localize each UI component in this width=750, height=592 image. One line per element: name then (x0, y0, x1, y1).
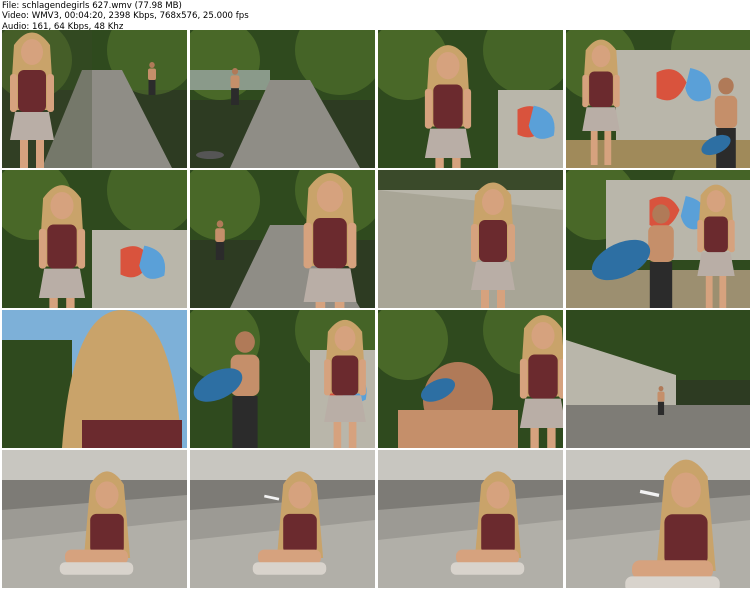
video-line: Video: WMV3, 00:04:20, 2398 Kbps, 768x57… (2, 11, 249, 22)
thumbnail-image (378, 170, 563, 308)
thumbnail-image (566, 170, 750, 308)
thumbnail-image (2, 450, 187, 588)
thumbnail-image (190, 310, 375, 448)
thumbnail-street-girl-back (190, 170, 375, 308)
thumbnail-image (190, 30, 375, 168)
thumbnail-girl-back-street (2, 30, 187, 168)
thumbnail-image (190, 170, 375, 308)
thumbnail-girl-sitting-smoking (190, 450, 375, 588)
thumbnail-girl-smoking-closeup (566, 450, 750, 588)
file-line: File: schlagendegirls 627.wmv (77.98 MB) (2, 1, 182, 11)
thumbnail-image (378, 310, 563, 448)
thumbnail-girl-wall-graffiti (378, 30, 563, 168)
thumbnail-girl-sitting-underpass (2, 450, 187, 588)
thumbnail-image (566, 450, 750, 588)
thumbnail-man-face-closeup (378, 310, 563, 448)
thumbnail-girl-man-graffiti (566, 30, 750, 168)
thumbnail-girl-sitting-looking-down (378, 450, 563, 588)
thumbnail-image (2, 30, 187, 168)
thumbnail-girl-closeup-bushes (2, 170, 187, 308)
file-info-header: File: schlagendegirls 627.wmv (77.98 MB)… (2, 1, 249, 32)
thumbnail-image (378, 450, 563, 588)
thumbnail-street-wide-figure (566, 310, 750, 448)
thumbnail-image (378, 30, 563, 168)
thumbnail-man-bag-girl-wall (190, 310, 375, 448)
thumbnail-image (566, 310, 750, 448)
thumbnail-image (566, 30, 750, 168)
thumbnail-girl-hair-back (2, 310, 187, 448)
thumbnail-grid (0, 30, 750, 592)
thumbnail-wall-girl-profile (378, 170, 563, 308)
thumbnail-street-man-running (190, 30, 375, 168)
thumbnail-image (2, 170, 187, 308)
thumbnail-image (2, 310, 187, 448)
thumbnail-man-bag-girl-walking (566, 170, 750, 308)
thumbnail-image (190, 450, 375, 588)
